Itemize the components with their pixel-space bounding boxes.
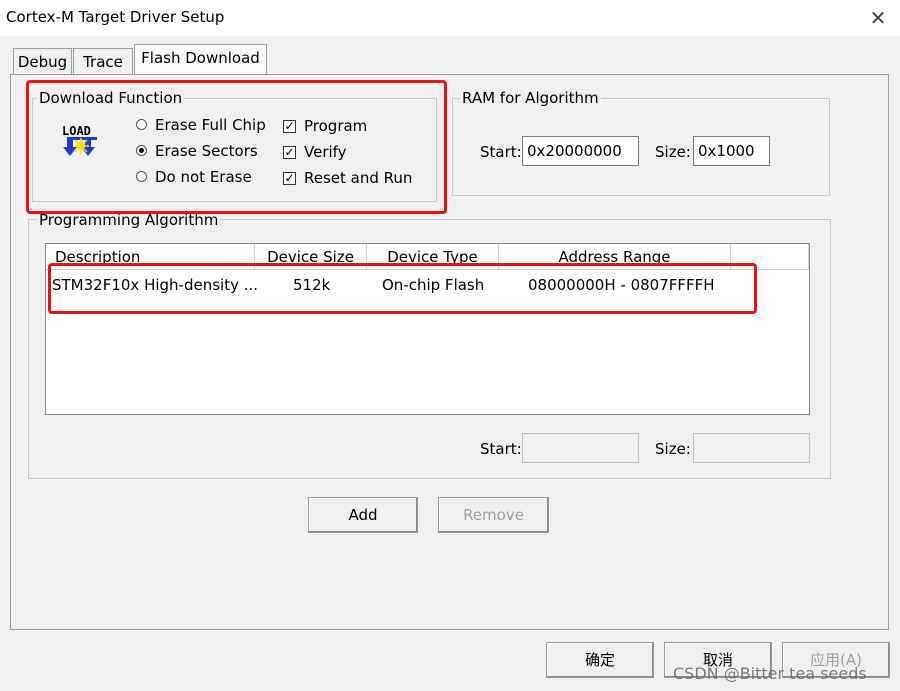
ram-start-input[interactable]: 0x20000000 — [522, 136, 639, 166]
algo-start-input[interactable] — [522, 433, 639, 463]
ram-start-label: Start: — [480, 143, 522, 161]
algo-start-label: Start: — [480, 440, 522, 458]
highlight-download-function — [26, 80, 447, 214]
close-icon[interactable]: ✕ — [866, 6, 890, 30]
algo-size-input[interactable] — [693, 433, 810, 463]
add-button[interactable]: Add — [308, 497, 418, 533]
tab-trace[interactable]: Trace — [73, 48, 133, 74]
window-title: Cortex-M Target Driver Setup — [6, 8, 225, 26]
tab-flash-download[interactable]: Flash Download — [134, 44, 267, 74]
ok-button[interactable]: 确定 — [546, 642, 654, 678]
remove-button[interactable]: Remove — [438, 497, 549, 533]
watermark: CSDN @Bitter tea seeds — [673, 664, 867, 683]
ram-for-algorithm-title: RAM for Algorithm — [460, 89, 601, 107]
tab-debug[interactable]: Debug — [13, 48, 72, 74]
highlight-algorithm-row — [48, 263, 757, 314]
algo-size-label: Size: — [655, 440, 691, 458]
ram-size-input[interactable]: 0x1000 — [693, 136, 770, 166]
ram-size-label: Size: — [655, 143, 691, 161]
